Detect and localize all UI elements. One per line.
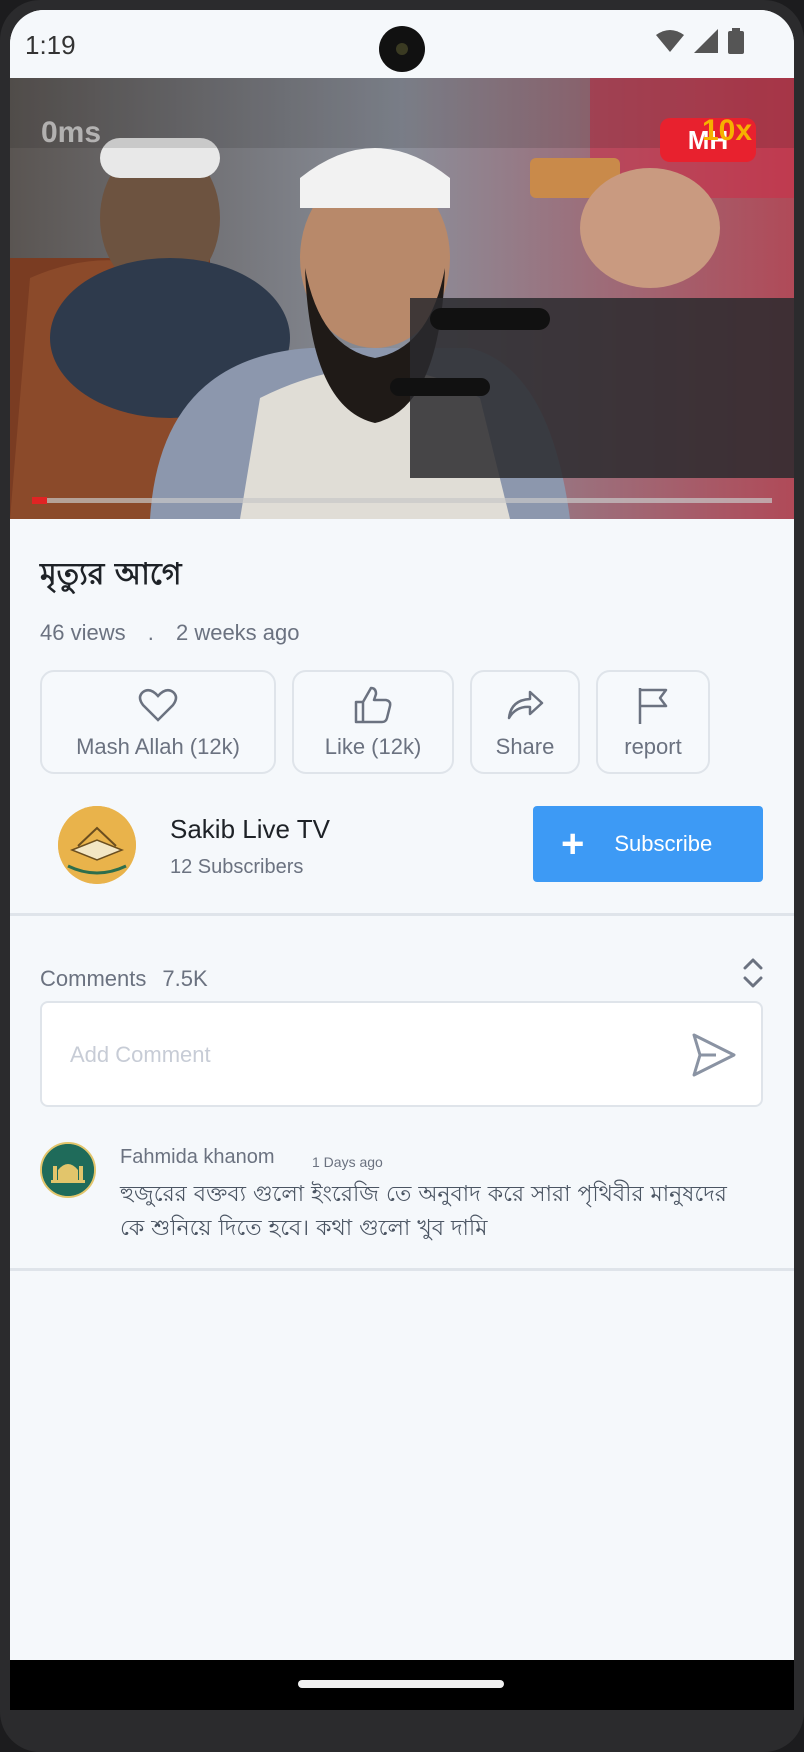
video-progress-bar[interactable] (32, 498, 772, 503)
comment-author[interactable]: Fahmida khanom (120, 1146, 275, 1169)
share-icon (507, 690, 544, 720)
app-screen: 1:19 0ms MH 10x মৃত্যুর আগে 46 views . 2… (10, 10, 794, 1710)
video-meta: 46 views . 2 weeks ago (40, 620, 316, 646)
plus-icon: + (561, 822, 585, 866)
system-nav-bar (10, 1660, 794, 1710)
thumbs-up-icon (354, 686, 392, 724)
like-label: Like (12k) (324, 734, 422, 759)
channel-subscriber-count: 12 Subscribers (170, 856, 304, 878)
view-count: 46 views (40, 620, 126, 645)
status-time: 1:19 (25, 30, 76, 60)
playback-speed-indicator[interactable]: 10x (702, 114, 752, 148)
commenter-avatar[interactable] (40, 1142, 96, 1198)
signal-icon (694, 29, 718, 53)
share-label: Share (495, 734, 555, 759)
subscribe-label: Subscribe (614, 831, 713, 856)
status-icons (656, 28, 744, 54)
heart-icon (138, 688, 178, 722)
phone-frame: 1:19 0ms MH 10x মৃত্যুর আগে 46 views . 2… (0, 0, 804, 1752)
comment-input[interactable] (70, 1033, 650, 1077)
add-comment-box (40, 1001, 763, 1107)
subscribe-button[interactable]: + Subscribe (533, 806, 763, 882)
video-latency-overlay: 0ms (41, 116, 102, 149)
mash-allah-label: Mash Allah (12k) (76, 734, 240, 759)
battery-icon (728, 28, 744, 54)
report-label: report (624, 734, 682, 759)
comments-title: Comments (40, 966, 147, 991)
front-camera (379, 26, 425, 72)
comments-count: 7.5K (162, 966, 208, 991)
upload-age: 2 weeks ago (175, 620, 300, 645)
status-bar: 1:19 (10, 10, 794, 78)
quran-book-icon (58, 806, 136, 884)
section-divider-bottom (10, 1268, 794, 1271)
mosque-icon (42, 1144, 94, 1196)
home-gesture-handle[interactable] (298, 1680, 504, 1688)
expand-collapse-icon[interactable] (740, 956, 766, 990)
comments-header: Comments 7.5K (40, 966, 208, 992)
action-buttons: Mash Allah (12k) Like (12k) Share report (40, 670, 710, 774)
like-button[interactable]: Like (12k) (292, 670, 454, 774)
flag-icon (638, 688, 668, 724)
channel-name[interactable]: Sakib Live TV (170, 814, 330, 845)
section-divider (10, 913, 794, 916)
video-player[interactable]: 0ms MH 10x (10, 78, 794, 519)
wifi-icon (656, 30, 684, 52)
send-icon[interactable] (690, 1031, 738, 1079)
comment-time: 1 Days ago (312, 1154, 383, 1170)
video-title: মৃত্যুর আগে (40, 557, 182, 592)
share-button[interactable]: Share (470, 670, 580, 774)
video-progress-fill (32, 497, 47, 504)
comment-text: হুজুরের বক্তব্য গুলো ইংরেজি তে অনুবাদ কর… (120, 1182, 727, 1241)
channel-avatar[interactable] (58, 806, 136, 884)
meta-separator: . (147, 620, 154, 645)
report-button[interactable]: report (596, 670, 710, 774)
mash-allah-button[interactable]: Mash Allah (12k) (40, 670, 276, 774)
